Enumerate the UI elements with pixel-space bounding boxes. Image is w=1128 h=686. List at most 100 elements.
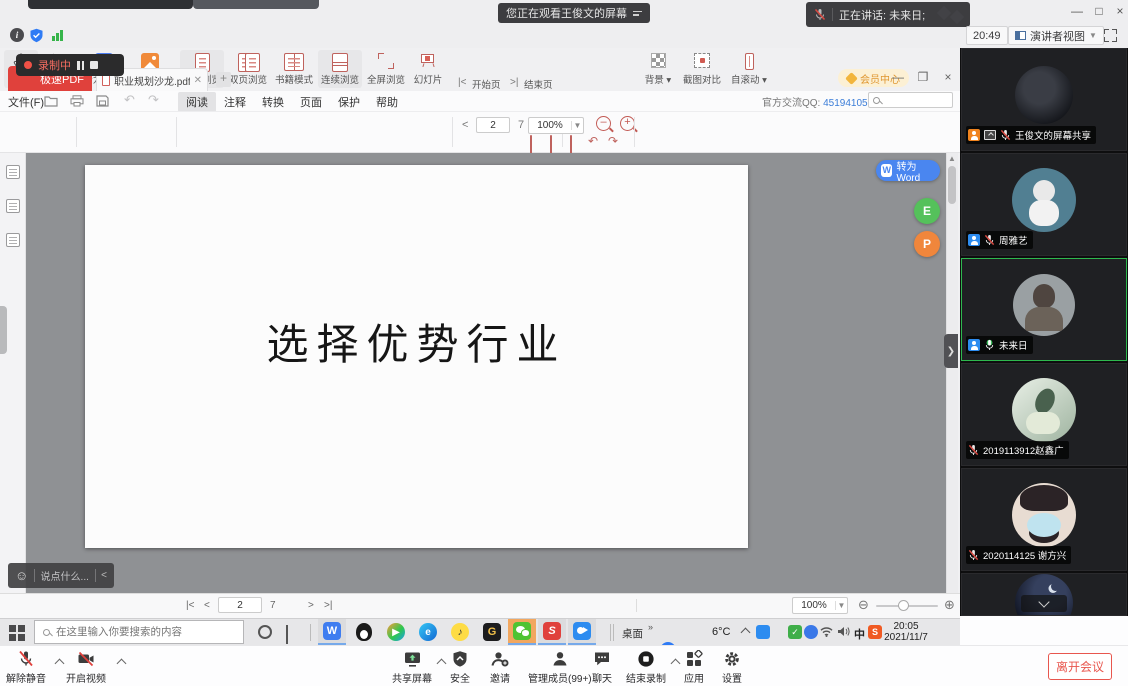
start-video-button[interactable]: 开启视频 [66, 650, 106, 685]
connection-shield-icon[interactable] [29, 28, 44, 43]
cortana-icon[interactable] [258, 625, 272, 639]
menu-annotate[interactable]: 注释 [224, 94, 246, 110]
window-minimize-button[interactable]: — [1068, 4, 1086, 18]
participant-tile[interactable]: 2020114125 谢方兴 [961, 468, 1127, 571]
tray-blue-app-icon[interactable] [804, 625, 818, 639]
tray-network-icon[interactable] [820, 626, 833, 637]
meeting-info-icon[interactable]: i [10, 28, 24, 42]
fit-page-icon[interactable] [570, 135, 572, 154]
taskbar-wechat-icon[interactable] [508, 619, 536, 645]
window-close-button[interactable]: × [1111, 4, 1128, 18]
taskbar-edge-icon[interactable]: e [414, 619, 442, 645]
start-button[interactable] [9, 625, 25, 641]
page-number-input[interactable] [476, 117, 510, 133]
leave-meeting-button[interactable]: 离开会议 [1048, 653, 1112, 680]
taskbar-g-app-icon[interactable]: G [478, 619, 506, 645]
stop-recording-button[interactable] [90, 61, 98, 69]
left-panel-handle[interactable] [0, 306, 7, 354]
collapse-chat-icon[interactable]: < [101, 570, 107, 581]
taskbar-search-input[interactable] [56, 626, 226, 638]
vertical-scrollbar[interactable] [946, 153, 958, 593]
sb-first-page-button[interactable]: |< [186, 600, 194, 611]
menu-page[interactable]: 页面 [300, 94, 322, 110]
bookmarks-panel-icon[interactable] [6, 233, 20, 247]
zoom-out-icon[interactable]: – [596, 116, 611, 131]
float-convert-excel-button[interactable]: E [914, 198, 940, 224]
menu-help[interactable]: 帮助 [376, 94, 398, 110]
taskbar-search-box[interactable] [34, 620, 244, 644]
tray-security-shield-icon[interactable]: ✓ [788, 625, 802, 639]
security-button[interactable]: 安全 [450, 650, 470, 685]
sb-next-page-button[interactable]: > [308, 600, 314, 611]
taskbar-clock[interactable]: 20:05 2021/11/7 [878, 621, 934, 643]
unmute-button[interactable]: 解除静音 [6, 650, 46, 685]
zoom-slider-knob[interactable] [898, 600, 909, 611]
scroll-more-button[interactable] [1021, 595, 1067, 612]
taskbar-tencent-video-icon[interactable]: ▶ [382, 619, 410, 645]
pause-recording-button[interactable] [77, 61, 84, 70]
sb-zoom-in-icon[interactable]: ⊕ [944, 597, 955, 613]
zoom-select[interactable]: 100% ▼ [528, 117, 584, 134]
window-maximize-button[interactable]: □ [1090, 4, 1108, 18]
desktop-toolbar-expand-icon[interactable]: » [648, 622, 653, 632]
rotate-left-icon[interactable]: ↶ [588, 134, 598, 148]
network-signal-icon[interactable] [52, 30, 63, 41]
zoom-in-icon[interactable]: + [620, 116, 635, 131]
manage-members-button[interactable]: 管理成员(99+) [528, 650, 592, 685]
pdf-restore-button[interactable]: ❐ [915, 70, 931, 84]
taskbar-qq-icon[interactable] [350, 619, 378, 645]
taskbar-meeting-icon[interactable] [568, 619, 596, 645]
scrollbar-thumb[interactable] [948, 166, 956, 204]
tool-background[interactable]: 背景 ▾ [640, 50, 676, 88]
first-page-icon[interactable]: |< [458, 77, 466, 88]
chat-placeholder[interactable]: 说点什么... [41, 568, 89, 583]
participant-tile-speaking[interactable]: 未来日 [961, 258, 1127, 361]
chat-quick-input[interactable]: ☺ 说点什么... < [8, 563, 114, 588]
apps-button[interactable]: 应用 [684, 650, 704, 685]
save-icon[interactable] [96, 95, 109, 107]
tool-slideshow[interactable]: 幻灯片 [410, 50, 446, 88]
participant-tile-share[interactable]: 王俊文的屏幕共享 [961, 48, 1127, 151]
tab-close-icon[interactable]: ✕ [194, 75, 202, 86]
actual-size-icon[interactable] [530, 135, 532, 154]
chat-button[interactable]: 聊天 [592, 650, 612, 685]
view-mode-selector[interactable]: 演讲者视图 ▼ [1008, 26, 1104, 45]
last-page-label[interactable]: 结束页 [524, 77, 553, 91]
fullscreen-icon[interactable] [1104, 29, 1117, 42]
menu-read[interactable]: 阅读 [178, 92, 216, 112]
taskbar-wps-icon[interactable]: W [318, 619, 346, 645]
hidden-icons-chevron[interactable] [741, 628, 751, 638]
taskbar-qq-music-icon[interactable]: ♪ [446, 619, 474, 645]
sb-page-input[interactable] [218, 597, 262, 613]
sb-prev-page-button[interactable]: < [204, 600, 210, 611]
prev-page-button[interactable]: < [462, 119, 468, 131]
pdf-page[interactable]: 选择优势行业 [85, 165, 748, 548]
tool-double-page[interactable]: 双页浏览 [226, 50, 270, 88]
tool-book-mode[interactable]: 书籍模式 [272, 50, 316, 88]
share-options-caret[interactable] [437, 659, 447, 669]
menu-convert[interactable]: 转换 [262, 94, 284, 110]
last-page-icon[interactable]: >| [510, 77, 518, 88]
redo-icon[interactable]: ↷ [148, 92, 159, 108]
tool-full-screen[interactable]: 全屏浏览 [364, 50, 408, 88]
float-convert-word-button[interactable]: W 转为Word [876, 160, 940, 181]
toast-list-icon[interactable] [633, 11, 642, 16]
undo-icon[interactable]: ↶ [124, 92, 135, 108]
float-convert-ppt-button[interactable]: P [914, 231, 940, 257]
sb-last-page-button[interactable]: >| [324, 600, 332, 611]
participant-tile[interactable]: 周雅艺 [961, 153, 1127, 256]
pdf-search-input[interactable] [880, 95, 940, 106]
invite-button[interactable]: 邀请 [490, 650, 510, 685]
first-page-label[interactable]: 开始页 [472, 77, 501, 91]
stop-recording-button[interactable]: 结束录制 [626, 650, 666, 685]
right-panel-handle[interactable]: ❯ [944, 334, 958, 368]
tray-volume-icon[interactable] [837, 626, 850, 637]
tray-ime-icon[interactable]: 中 [854, 626, 865, 642]
weather-temperature[interactable]: 6°C [712, 626, 730, 638]
rotate-right-icon[interactable]: ↷ [608, 134, 618, 148]
menu-protect[interactable]: 保护 [338, 94, 360, 110]
document-area[interactable]: 选择优势行业 [26, 153, 946, 593]
participant-tile[interactable]: 2019113912赵鑫广 [961, 363, 1127, 466]
open-file-icon[interactable] [44, 95, 58, 107]
scroll-up-arrow[interactable]: ▲ [948, 155, 956, 163]
